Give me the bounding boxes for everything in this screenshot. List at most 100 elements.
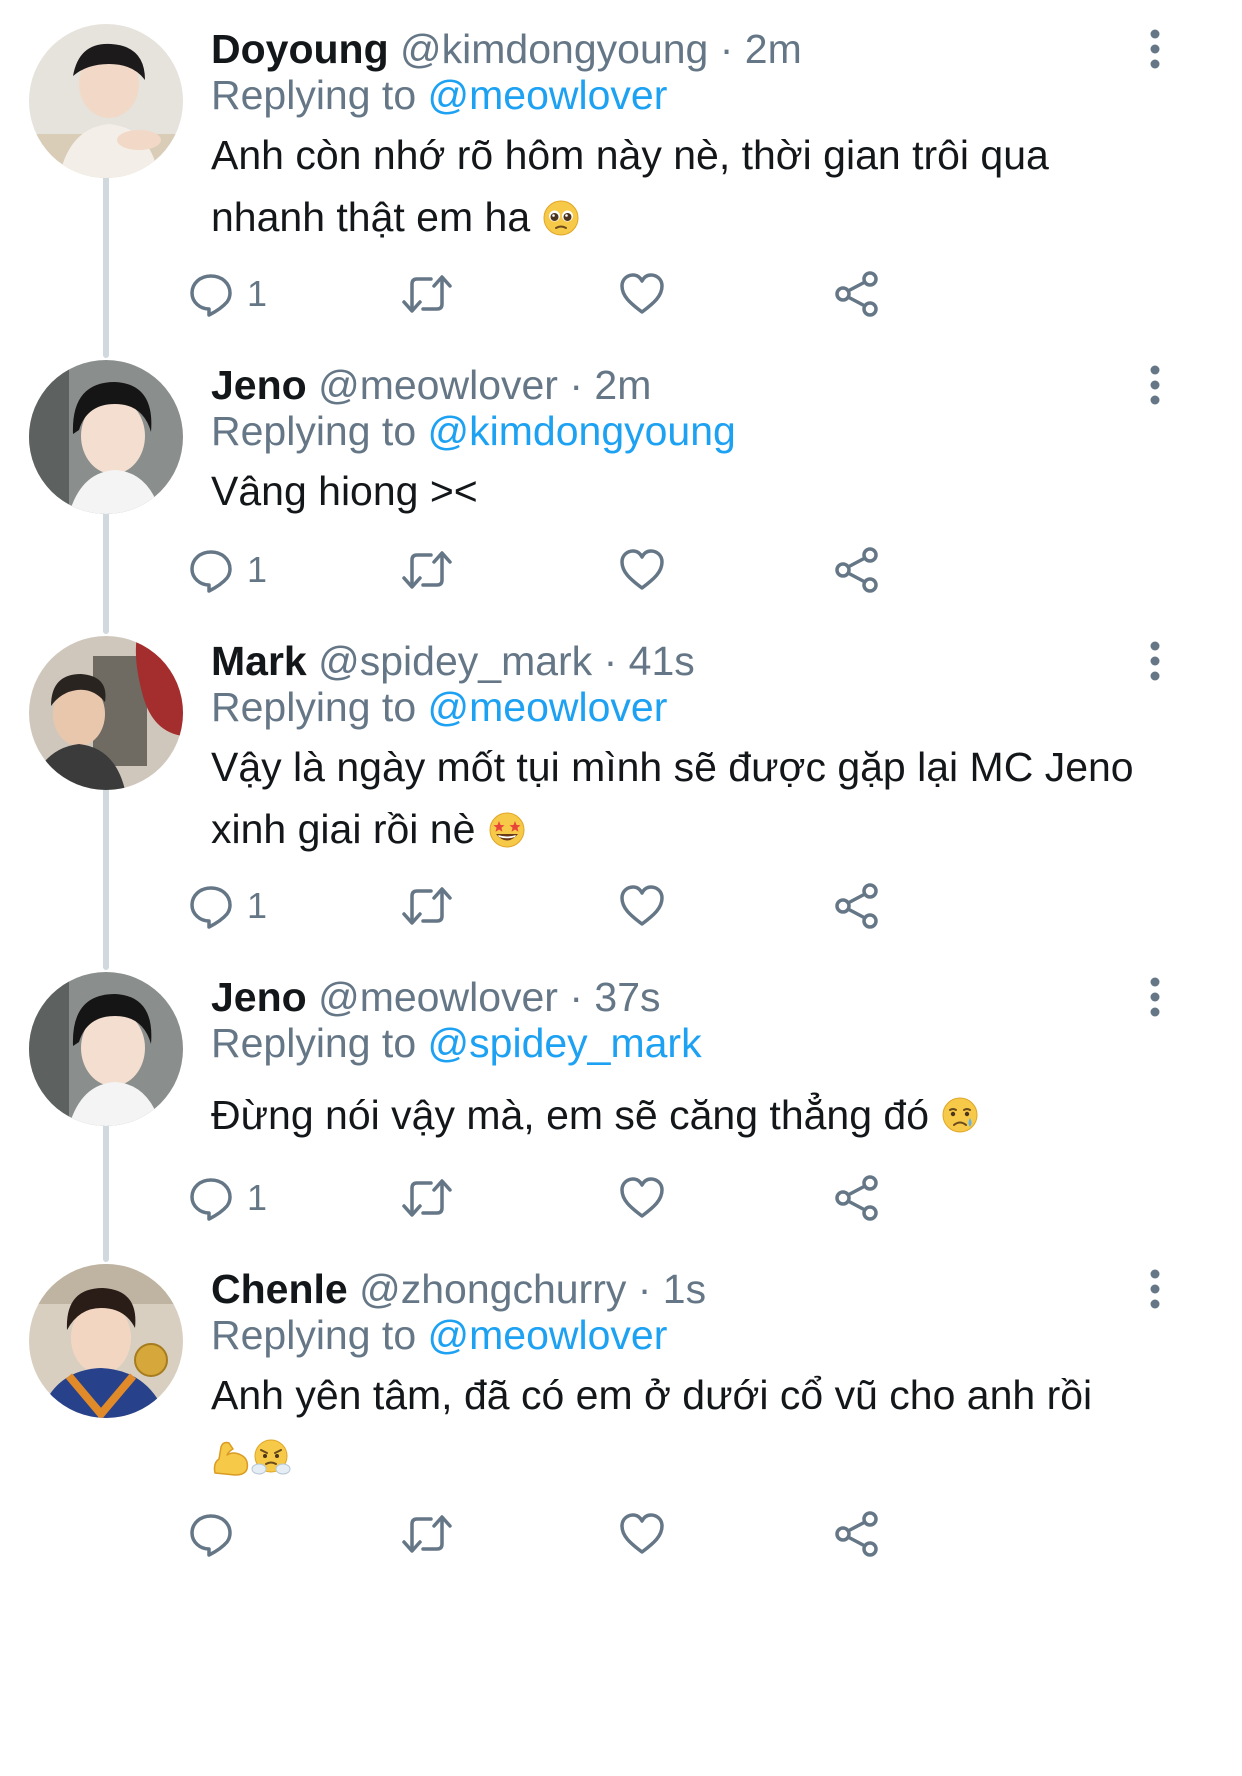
- share-icon[interactable]: [833, 1510, 881, 1558]
- tweet-actions: 1: [190, 878, 1011, 934]
- reply-bubble-icon[interactable]: [187, 270, 235, 318]
- like-button[interactable]: [618, 266, 666, 322]
- reply-button[interactable]: 1: [187, 1170, 267, 1226]
- tweet-text: Vâng hiong ><: [211, 460, 1171, 522]
- replying-to: Replying to @meowlover: [211, 70, 667, 120]
- avatar[interactable]: [29, 1264, 183, 1418]
- heart-icon[interactable]: [618, 882, 666, 930]
- tweet-text: Đừng nói vậy mà, em sẽ căng thẳng đó: [211, 1084, 1171, 1152]
- avatar[interactable]: [29, 636, 183, 790]
- crying-face-icon: [940, 1090, 980, 1152]
- retweet-button[interactable]: [401, 878, 453, 934]
- heart-icon[interactable]: [618, 1174, 666, 1222]
- user-handle[interactable]: @kimdongyoung: [400, 26, 708, 72]
- tweet-header: Jeno @meowlover · 2m: [211, 360, 651, 410]
- like-button[interactable]: [618, 1506, 666, 1562]
- timestamp[interactable]: · 2m: [720, 26, 802, 72]
- share-button[interactable]: [833, 878, 881, 934]
- share-button[interactable]: [833, 1170, 881, 1226]
- avatar[interactable]: [29, 972, 183, 1126]
- retweet-icon[interactable]: [401, 546, 453, 594]
- reply-bubble-icon[interactable]: [187, 1174, 235, 1222]
- timestamp[interactable]: · 1s: [638, 1266, 706, 1312]
- like-button[interactable]: [618, 1170, 666, 1226]
- avatar[interactable]: [29, 24, 183, 178]
- tweet[interactable]: Jeno @meowlover · 2m Replying to @kimdon…: [0, 336, 1242, 616]
- reply-thread: Doyoung @kimdongyoung · 2m Replying to @…: [0, 0, 1242, 1776]
- tweet-actions: 1: [190, 1170, 1011, 1226]
- user-handle[interactable]: @meowlover: [318, 974, 558, 1020]
- heart-icon[interactable]: [618, 546, 666, 594]
- like-button[interactable]: [618, 878, 666, 934]
- share-button[interactable]: [833, 266, 881, 322]
- replying-to-mention[interactable]: @spidey_mark: [428, 1020, 702, 1066]
- retweet-button[interactable]: [401, 542, 453, 598]
- display-name[interactable]: Doyoung: [211, 26, 389, 72]
- retweet-button[interactable]: [401, 1170, 453, 1226]
- retweet-button[interactable]: [401, 1506, 453, 1562]
- display-name[interactable]: Mark: [211, 638, 307, 684]
- replying-to-label: Replying to: [211, 684, 417, 730]
- replying-to-label: Replying to: [211, 408, 417, 454]
- tweet[interactable]: Jeno @meowlover · 37s Replying to @spide…: [0, 948, 1242, 1248]
- tweet-text: Anh còn nhớ rõ hôm này nè, thời gian trô…: [211, 124, 1171, 254]
- display-name[interactable]: Jeno: [211, 974, 307, 1020]
- retweet-icon[interactable]: [401, 1174, 453, 1222]
- retweet-button[interactable]: [401, 266, 453, 322]
- user-handle[interactable]: @zhongchurry: [359, 1266, 626, 1312]
- reply-button[interactable]: 1: [187, 266, 267, 322]
- tweet[interactable]: Doyoung @kimdongyoung · 2m Replying to @…: [0, 0, 1242, 340]
- tweet-text-content: Anh yên tâm, đã có em ở dưới cổ vũ cho a…: [211, 1372, 1093, 1418]
- share-icon[interactable]: [833, 1174, 881, 1222]
- replying-to-mention[interactable]: @meowlover: [428, 72, 668, 118]
- timestamp[interactable]: · 41s: [604, 638, 695, 684]
- more-vertical-icon[interactable]: [1140, 24, 1170, 74]
- reply-count: 1: [247, 1177, 268, 1218]
- reply-button[interactable]: [187, 1506, 247, 1562]
- tweet-header: Chenle @zhongchurry · 1s: [211, 1264, 706, 1314]
- tweet-text-content: Vâng hiong ><: [211, 468, 478, 514]
- timestamp[interactable]: · 2m: [569, 362, 651, 408]
- tweet-text-content: Vậy là ngày mốt tụi mình sẽ được gặp lại…: [211, 744, 1134, 852]
- display-name[interactable]: Jeno: [211, 362, 307, 408]
- star-struck-face-icon: [487, 804, 527, 866]
- replying-to-mention[interactable]: @meowlover: [428, 1312, 668, 1358]
- avatar[interactable]: [29, 360, 183, 514]
- replying-to: Replying to @spidey_mark: [211, 1018, 702, 1068]
- face-with-steam-icon: [251, 1432, 291, 1494]
- share-button[interactable]: [833, 1506, 881, 1562]
- pleading-face-icon: [542, 192, 580, 254]
- share-icon[interactable]: [833, 546, 881, 594]
- timestamp[interactable]: · 37s: [569, 974, 660, 1020]
- replying-to-mention[interactable]: @meowlover: [428, 684, 668, 730]
- heart-icon[interactable]: [618, 270, 666, 318]
- reply-count: 1: [247, 273, 268, 314]
- heart-icon[interactable]: [618, 1510, 666, 1558]
- user-handle[interactable]: @spidey_mark: [318, 638, 592, 684]
- display-name[interactable]: Chenle: [211, 1266, 348, 1312]
- replying-to-mention[interactable]: @kimdongyoung: [428, 408, 736, 454]
- tweet-text: Vậy là ngày mốt tụi mình sẽ được gặp lại…: [211, 736, 1171, 866]
- more-vertical-icon[interactable]: [1140, 360, 1170, 410]
- reply-button[interactable]: 1: [187, 542, 267, 598]
- reply-bubble-icon[interactable]: [187, 546, 235, 594]
- more-vertical-icon[interactable]: [1140, 636, 1170, 686]
- share-icon[interactable]: [833, 270, 881, 318]
- reply-bubble-icon[interactable]: [187, 1510, 235, 1558]
- more-vertical-icon[interactable]: [1140, 1264, 1170, 1314]
- user-handle[interactable]: @meowlover: [318, 362, 558, 408]
- tweet-actions: 1: [190, 542, 1011, 598]
- retweet-icon[interactable]: [401, 270, 453, 318]
- share-icon[interactable]: [833, 882, 881, 930]
- like-button[interactable]: [618, 542, 666, 598]
- replying-to-label: Replying to: [211, 1020, 417, 1066]
- retweet-icon[interactable]: [401, 882, 453, 930]
- tweet[interactable]: Mark @spidey_mark · 41s Replying to @meo…: [0, 612, 1242, 952]
- reply-bubble-icon[interactable]: [187, 882, 235, 930]
- reply-button[interactable]: 1: [187, 878, 267, 934]
- share-button[interactable]: [833, 542, 881, 598]
- retweet-icon[interactable]: [401, 1510, 453, 1558]
- tweet-text-content: Đừng nói vậy mà, em sẽ căng thẳng đó: [211, 1092, 930, 1138]
- more-vertical-icon[interactable]: [1140, 972, 1170, 1022]
- tweet[interactable]: Chenle @zhongchurry · 1s Replying to @me…: [0, 1240, 1242, 1776]
